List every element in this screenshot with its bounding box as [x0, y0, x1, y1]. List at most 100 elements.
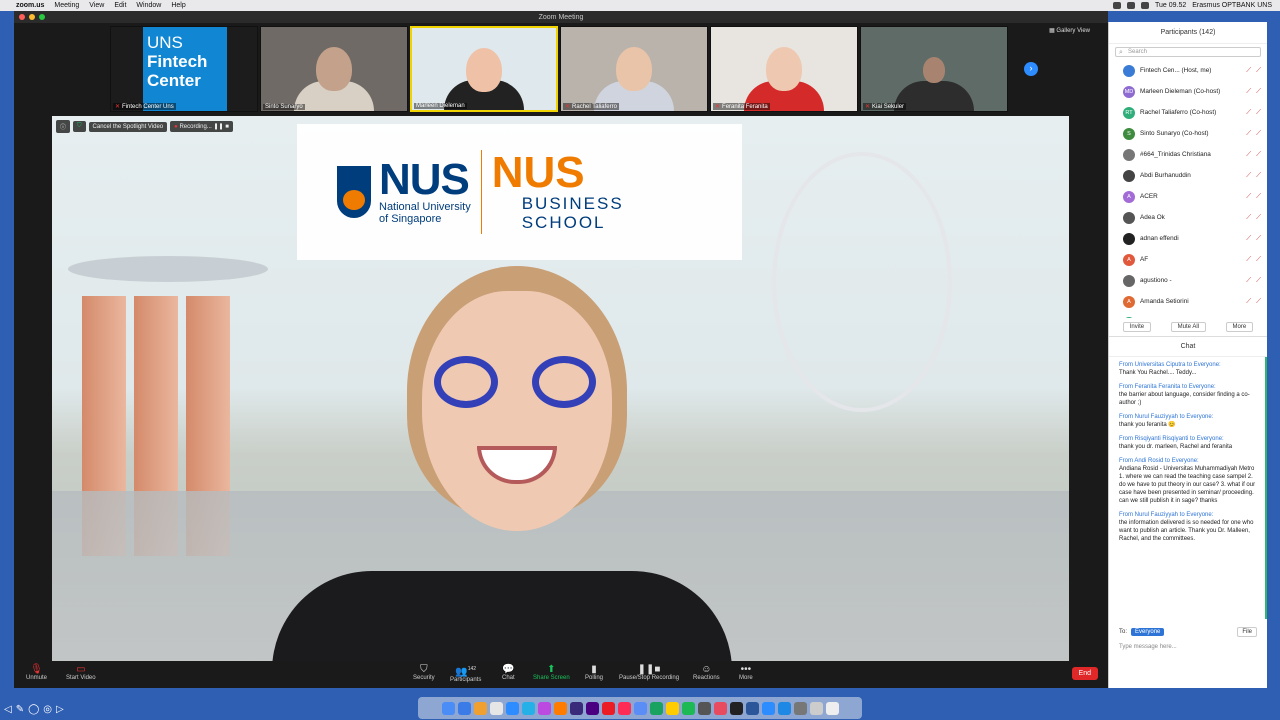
dock-app-icon[interactable] [713, 701, 727, 715]
participant-row[interactable]: Adea Ok ⟋ ⟋ [1109, 207, 1267, 228]
next-page-arrow-icon[interactable]: › [1024, 62, 1038, 76]
file-button[interactable]: File [1237, 627, 1257, 637]
dock-app-icon[interactable] [633, 701, 647, 715]
dock-app-icon[interactable] [729, 701, 743, 715]
dock-app-icon[interactable] [793, 701, 807, 715]
shield-icon[interactable]: ⛉ [73, 121, 86, 132]
share-screen-button[interactable]: ⬆ Share Screen [533, 664, 570, 681]
mic-off-icon[interactable]: ⟋ [1246, 256, 1251, 264]
cancel-spotlight-button[interactable]: Cancel the Spotlight Video [88, 121, 168, 132]
invite-button[interactable]: Invite [1122, 322, 1152, 332]
stop-icon[interactable]: ■ [225, 124, 229, 130]
gallery-tile[interactable]: Sinto Sunaryo [260, 26, 408, 112]
end-meeting-button[interactable]: End [1071, 667, 1098, 680]
video-off-icon[interactable]: ⟋ [1256, 67, 1261, 75]
start-video-button[interactable]: ▭ Start Video [66, 664, 96, 681]
video-off-icon[interactable]: ⟋ [1256, 277, 1261, 285]
arrow-right-icon[interactable]: ▷ [56, 704, 64, 715]
dock-app-icon[interactable] [617, 701, 631, 715]
video-off-icon[interactable]: ⟋ [1256, 235, 1261, 243]
mic-off-icon[interactable]: ⟋ [1246, 277, 1251, 285]
gamepad-icon[interactable]: ◎ [43, 704, 52, 715]
menubar-user[interactable]: Erasmus OPTBANK UNS [1192, 2, 1272, 9]
video-off-icon[interactable]: ⟋ [1256, 130, 1261, 138]
dock-app-icon[interactable] [745, 701, 759, 715]
mic-off-icon[interactable]: ⟋ [1246, 151, 1251, 159]
zoom-tray-icon[interactable] [1112, 2, 1121, 9]
reactions-button[interactable]: ☺ Reactions [693, 664, 720, 681]
pencil-icon[interactable]: ✎ [16, 704, 24, 715]
participant-row[interactable]: adnan effendi ⟋ ⟋ [1109, 228, 1267, 249]
dock-app-icon[interactable] [569, 701, 583, 715]
wifi-icon[interactable] [1126, 2, 1135, 9]
participant-row[interactable]: A ACER ⟋ ⟋ [1109, 186, 1267, 207]
dock-app-icon[interactable] [825, 701, 839, 715]
minimize-window-icon[interactable] [29, 14, 35, 20]
more-button[interactable]: ••• More [739, 664, 753, 681]
dock-app-icon[interactable] [601, 701, 615, 715]
dock-app-icon[interactable] [537, 701, 551, 715]
mic-off-icon[interactable]: ⟋ [1246, 67, 1251, 75]
dock-app-icon[interactable] [553, 701, 567, 715]
dock-app-icon[interactable] [505, 701, 519, 715]
dock-app-icon[interactable] [761, 701, 775, 715]
dock-app-icon[interactable] [489, 701, 503, 715]
info-icon[interactable]: ⓘ [56, 120, 71, 133]
mic-off-icon[interactable]: ⟋ [1246, 109, 1251, 117]
security-button[interactable]: ⛉ Security [413, 664, 435, 681]
video-off-icon[interactable]: ⟋ [1256, 214, 1261, 222]
dock-app-icon[interactable] [809, 701, 823, 715]
more-options-button[interactable]: More [1225, 322, 1254, 332]
chat-messages[interactable]: From Universitas Ciputra to Everyone: Tha… [1109, 357, 1267, 619]
recording-indicator[interactable]: ● Recording... ❚❚ ■ [170, 121, 233, 132]
video-off-icon[interactable]: ⟋ [1256, 109, 1261, 117]
arrow-left-icon[interactable]: ◁ [4, 704, 12, 715]
video-off-icon[interactable]: ⟋ [1256, 151, 1261, 159]
mic-off-icon[interactable]: ⟋ [1246, 235, 1251, 243]
participants-button[interactable]: 👥142 Participants [450, 664, 481, 683]
polling-button[interactable]: ▮ Polling [585, 664, 603, 681]
dock-app-icon[interactable] [681, 701, 695, 715]
pause-icon[interactable]: ❚❚ [213, 124, 223, 130]
gallery-tile[interactable]: ✕ Rachel Taliaferro [560, 26, 708, 112]
dock-app-icon[interactable] [777, 701, 791, 715]
circle-icon[interactable]: ◯ [28, 704, 39, 715]
participant-row[interactable]: RT Rachel Taliaferro (Co-host) ⟋ ⟋ [1109, 102, 1267, 123]
participant-row[interactable]: S Sinto Sunaryo (Co-host) ⟋ ⟋ [1109, 123, 1267, 144]
menu-meeting[interactable]: Meeting [54, 2, 79, 9]
menu-edit[interactable]: Edit [114, 2, 126, 9]
mic-off-icon[interactable]: ⟋ [1246, 298, 1251, 306]
dock-app-icon[interactable] [697, 701, 711, 715]
mute-all-button[interactable]: Mute All [1170, 322, 1206, 332]
gallery-tile[interactable]: UNS Fintech Center ✕ Fintech Center Uns [110, 26, 258, 112]
menubar-clock[interactable]: Tue 09.52 [1155, 2, 1186, 9]
video-off-icon[interactable]: ⟋ [1256, 193, 1261, 201]
unmute-button[interactable]: 🎙 Unmute [26, 664, 47, 681]
menu-help[interactable]: Help [171, 2, 185, 9]
menu-view[interactable]: View [89, 2, 104, 9]
chat-button[interactable]: 💬 Chat [502, 664, 515, 681]
dock-app-icon[interactable] [441, 701, 455, 715]
menu-zoom[interactable]: zoom.us [16, 2, 44, 9]
participant-row[interactable]: MD Marleen Dieleman (Co-host) ⟋ ⟋ [1109, 81, 1267, 102]
recipient-select[interactable]: Everyone [1131, 628, 1165, 636]
zoom-window-icon[interactable] [39, 14, 45, 20]
dock-app-icon[interactable] [585, 701, 599, 715]
participant-row[interactable]: Abdi Burhanuddin ⟋ ⟋ [1109, 165, 1267, 186]
mic-off-icon[interactable]: ⟋ [1246, 172, 1251, 180]
dock-app-icon[interactable] [665, 701, 679, 715]
mic-off-icon[interactable]: ⟋ [1246, 214, 1251, 222]
participant-row[interactable]: Fintech Cen... (Host, me) ⟋ ⟋ [1109, 60, 1267, 81]
participant-row[interactable]: agustiono - ⟋ ⟋ [1109, 270, 1267, 291]
gallery-tile-active-speaker[interactable]: Marleen Dieleman [410, 26, 558, 112]
pause-stop-recording-button[interactable]: ❚❚■ Pause/Stop Recording [619, 664, 679, 681]
mic-off-icon[interactable]: ⟋ [1246, 88, 1251, 96]
gallery-tile[interactable]: ✕ Kiai Sekuler [860, 26, 1008, 112]
video-off-icon[interactable]: ⟋ [1256, 88, 1261, 96]
video-off-icon[interactable]: ⟋ [1256, 172, 1261, 180]
participant-row[interactable]: A Amanda Setiorini ⟋ ⟋ [1109, 291, 1267, 312]
mic-off-icon[interactable]: ⟋ [1246, 193, 1251, 201]
participant-row[interactable]: A AF ⟋ ⟋ [1109, 249, 1267, 270]
mic-off-icon[interactable]: ⟋ [1246, 130, 1251, 138]
participant-row[interactable]: #664_Trinidas Christiana ⟋ ⟋ [1109, 144, 1267, 165]
